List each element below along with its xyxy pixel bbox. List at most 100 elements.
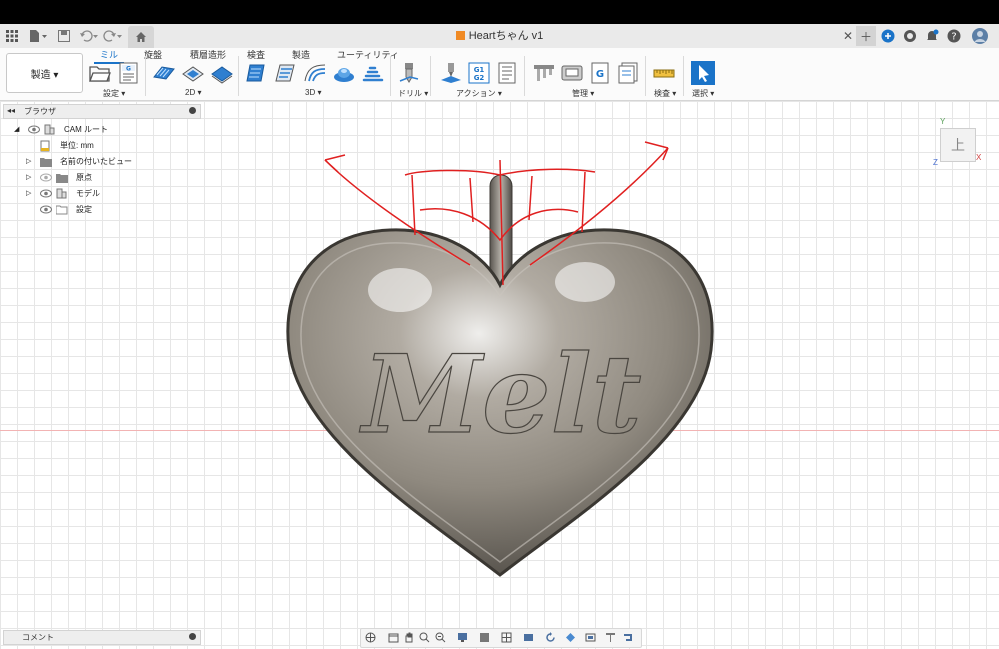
group-manage-label[interactable]: 管理 ▾	[572, 88, 594, 99]
tool-display-icon[interactable]	[605, 632, 616, 643]
post-library-icon[interactable]: G	[589, 62, 611, 84]
setup-sheet-icon-letter: G	[126, 66, 131, 73]
svg-text:G: G	[596, 69, 604, 80]
tool-library-icon[interactable]	[533, 62, 555, 84]
grid-settings-icon[interactable]	[479, 632, 490, 643]
document-cube-icon	[455, 31, 465, 40]
2d-adaptive-icon[interactable]	[153, 62, 175, 84]
3d-pocket-icon[interactable]	[275, 62, 297, 84]
group-drill-label[interactable]: ドリル ▾	[398, 88, 428, 99]
expand-toggle-icon[interactable]: ◢	[14, 123, 19, 137]
view-cube[interactable]: 上	[940, 128, 976, 162]
toolpath-display-icon[interactable]	[623, 632, 634, 643]
folder-icon	[40, 158, 52, 167]
svg-text:G1: G1	[474, 66, 485, 74]
group-2d-label[interactable]: 2D ▾	[185, 88, 201, 97]
document-title-text: Heartちゃん v1	[468, 30, 544, 42]
toolbar-separator	[145, 56, 146, 96]
highlight	[368, 268, 432, 312]
group-action-label[interactable]: アクション ▾	[456, 88, 502, 99]
x-axis-label: X	[976, 153, 982, 162]
collapse-panel-icon[interactable]: ◂◂	[7, 106, 15, 115]
open-folder-icon	[56, 205, 68, 215]
tree-item-label: CAM ルート	[64, 125, 108, 134]
panel-options-icon[interactable]	[189, 107, 196, 114]
measure-icon[interactable]	[653, 62, 675, 84]
heart-pendant-model[interactable]: Melt	[0, 101, 999, 649]
browser-panel-header[interactable]: ◂◂ ブラウザ	[3, 104, 201, 119]
group-inspect-label[interactable]: 検査 ▾	[654, 88, 676, 99]
3d-scallop-icon[interactable]	[333, 62, 355, 84]
tab-fabrication[interactable]: 製造	[292, 48, 310, 61]
3d-contour-icon[interactable]	[362, 62, 384, 84]
3d-parallel-icon[interactable]	[304, 62, 326, 84]
group-3d-label[interactable]: 3D ▾	[305, 88, 321, 97]
tree-item-label: モデル	[76, 189, 100, 198]
workspace-switcher[interactable]: 製造 ▾	[6, 53, 83, 93]
expand-toggle-icon[interactable]: ▷	[26, 171, 31, 185]
2d-contour-icon[interactable]	[211, 62, 233, 84]
group-setup-label[interactable]: 設定 ▾	[103, 88, 125, 99]
3d-adaptive-icon[interactable]	[246, 62, 268, 84]
tab-mill[interactable]: ミル	[93, 48, 125, 64]
eye-icon[interactable]	[40, 205, 52, 214]
simulate-icon[interactable]	[440, 62, 462, 84]
machine-view-icon[interactable]	[585, 632, 596, 643]
browser-title: ブラウザ	[24, 107, 56, 116]
engraved-text: Melt	[358, 332, 641, 458]
top-strip	[0, 0, 999, 24]
component-icon	[44, 124, 55, 135]
view-cube-face: 上	[951, 137, 965, 153]
units-document-icon	[40, 140, 50, 152]
setup-sheet-doc-icon[interactable]	[496, 62, 518, 84]
tree-item-label: 設定	[76, 205, 92, 214]
svg-text:G2: G2	[474, 74, 485, 82]
open-folder-icon[interactable]	[89, 62, 111, 84]
group-select-label[interactable]: 選択 ▾	[692, 88, 714, 99]
2d-pocket-icon[interactable]	[182, 62, 204, 84]
setup-sheet-icon[interactable]: G	[118, 62, 140, 84]
display-settings-icon[interactable]	[457, 632, 468, 643]
navigation-bar	[360, 628, 642, 648]
post-process-icon[interactable]: G1G2	[468, 62, 490, 84]
tab-inspection[interactable]: 検査	[247, 48, 265, 61]
stock-icon[interactable]	[565, 632, 576, 643]
folder-icon	[56, 174, 68, 183]
tab-turning[interactable]: 旋盤	[144, 48, 162, 61]
pan-icon[interactable]	[403, 632, 414, 643]
document-title: Heartちゃん v1	[0, 24, 999, 48]
comments-add-icon[interactable]	[189, 633, 196, 640]
workspace-label: 製造 ▾	[30, 69, 59, 81]
toolbar-separator	[238, 56, 239, 96]
expand-toggle-icon[interactable]: ▷	[26, 155, 31, 169]
eye-icon[interactable]	[40, 189, 52, 198]
highlight	[555, 262, 615, 302]
simulation-loop-icon[interactable]	[545, 632, 556, 643]
toolbar-separator	[390, 56, 391, 96]
template-library-icon[interactable]	[617, 62, 639, 84]
expand-toggle-icon[interactable]: ▷	[26, 187, 31, 201]
component-icon	[56, 188, 67, 199]
toolbar-separator	[524, 56, 525, 96]
eye-hidden-icon[interactable]	[40, 173, 52, 182]
tree-item-label: 単位: mm	[60, 141, 94, 150]
toolbar-separator	[645, 56, 646, 96]
machine-library-icon[interactable]	[561, 62, 583, 84]
toolbar-separator	[683, 56, 684, 96]
look-at-icon[interactable]	[388, 632, 399, 643]
tree-item-label: 名前の付いたビュー	[60, 157, 132, 166]
orbit-icon[interactable]	[365, 632, 376, 643]
comments-panel[interactable]: コメント	[3, 630, 201, 645]
zoom-icon[interactable]	[419, 632, 430, 643]
viewports-icon[interactable]	[501, 632, 512, 643]
layout-icon[interactable]	[523, 632, 534, 643]
tab-additive[interactable]: 積層造形	[190, 48, 226, 61]
eye-icon[interactable]	[28, 125, 40, 134]
comments-title: コメント	[22, 633, 54, 642]
tree-item-label: 原点	[76, 173, 92, 182]
z-axis-label: Z	[933, 158, 938, 167]
toolbar-separator	[430, 56, 431, 96]
select-icon[interactable]	[691, 61, 715, 85]
fit-icon[interactable]	[435, 632, 446, 643]
drill-icon[interactable]	[398, 62, 420, 84]
